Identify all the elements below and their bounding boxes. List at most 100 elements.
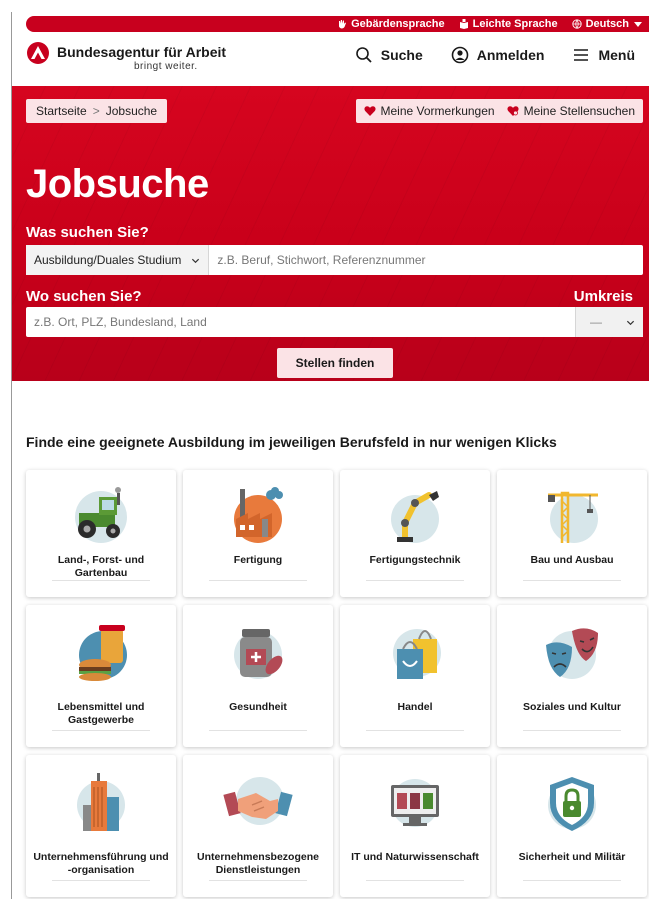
site-header: Bundesagentur für Arbeit bringt weiter. … bbox=[12, 36, 649, 82]
logo-title[interactable]: Bundesagentur für Arbeit bbox=[57, 44, 226, 60]
shield-lock-icon bbox=[548, 777, 596, 831]
login-button[interactable]: Anmelden bbox=[437, 46, 559, 64]
language-selector[interactable]: Deutsch bbox=[571, 18, 643, 30]
radius-select[interactable]: — bbox=[575, 307, 643, 337]
section-heading: Finde eine geeignete Ausbildung im jewei… bbox=[26, 434, 557, 450]
field-card-label: Gesundheit bbox=[229, 701, 287, 713]
breadcrumb-current: Jobsuche bbox=[105, 104, 158, 118]
field-card-trade[interactable]: Handel bbox=[340, 605, 490, 747]
heart-search-icon bbox=[507, 106, 519, 116]
field-card-construction[interactable]: Bau und Ausbau bbox=[497, 470, 647, 597]
easy-language-link[interactable]: Leichte Sprache bbox=[459, 18, 558, 30]
card-divider bbox=[52, 880, 150, 881]
caret-down-icon bbox=[634, 22, 642, 27]
field-card-production-technology[interactable]: Fertigungstechnik bbox=[340, 470, 490, 597]
logo-subtitle: bringt weiter. bbox=[134, 61, 198, 72]
card-divider bbox=[523, 580, 621, 581]
search-hero: Startseite > Jobsuche Meine Vormerkungen… bbox=[12, 86, 649, 381]
job-searches-link[interactable]: Meine Stellensuchen bbox=[507, 104, 635, 118]
monitor-icon bbox=[391, 779, 439, 827]
ba-logo-icon[interactable] bbox=[27, 42, 49, 64]
field-card-health[interactable]: Gesundheit bbox=[183, 605, 333, 747]
card-divider bbox=[52, 730, 150, 731]
field-card-label: Soziales und Kultur bbox=[522, 701, 621, 713]
offer-type-value: Ausbildung/Duales Studium bbox=[34, 253, 182, 267]
field-card-label: Handel bbox=[397, 701, 433, 713]
hand-icon bbox=[339, 20, 347, 29]
field-card-it-science[interactable]: IT und Naturwissenschaft bbox=[340, 755, 490, 897]
skyscraper-icon bbox=[77, 773, 125, 831]
card-divider bbox=[523, 730, 621, 731]
card-divider bbox=[366, 580, 464, 581]
card-divider bbox=[52, 580, 150, 581]
bookmarks-link[interactable]: Meine Vormerkungen bbox=[363, 104, 495, 118]
search-nav-label: Suche bbox=[380, 47, 423, 63]
card-divider bbox=[209, 880, 307, 881]
field-card-label: IT und Naturwissenschaft bbox=[351, 851, 479, 863]
factory-icon bbox=[234, 487, 283, 543]
field-card-management[interactable]: Unternehmensführung und -organisation bbox=[26, 755, 176, 897]
food-icon bbox=[79, 625, 127, 681]
field-card-label: Fertigung bbox=[233, 554, 283, 566]
crane-icon bbox=[548, 491, 598, 543]
theater-masks-icon bbox=[546, 628, 598, 679]
breadcrumb-home[interactable]: Startseite bbox=[36, 104, 87, 118]
where-label: Wo suchen Sie? bbox=[26, 288, 142, 305]
user-icon bbox=[451, 46, 469, 64]
heart-icon bbox=[363, 106, 376, 116]
field-card-security-military[interactable]: Sicherheit und Militär bbox=[497, 755, 647, 897]
occupation-field-grid: Land-, Forst- und Gartenbau Fertigung Fe… bbox=[26, 470, 647, 897]
user-shortcuts: Meine Vormerkungen Meine Stellensuchen bbox=[355, 99, 643, 123]
chevron-down-icon bbox=[192, 258, 200, 263]
handshake-icon bbox=[223, 777, 293, 825]
field-card-label: Land-, Forst- und Gartenbau bbox=[57, 554, 145, 579]
radius-label: Umkreis bbox=[573, 288, 633, 305]
offer-type-select[interactable]: Ausbildung/Duales Studium bbox=[26, 245, 210, 275]
browser-viewport: Gebärdensprache Leichte Sprache Deutsch … bbox=[11, 12, 649, 899]
field-card-social-culture[interactable]: Soziales und Kultur bbox=[497, 605, 647, 747]
book-hand-icon bbox=[459, 19, 468, 29]
field-card-label: Unternehmensbezogene Dienstleistungen bbox=[197, 851, 319, 876]
radius-value: — bbox=[590, 315, 602, 329]
what-label: Was suchen Sie? bbox=[26, 224, 149, 241]
find-jobs-button[interactable]: Stellen finden bbox=[277, 348, 393, 378]
menu-label: Menü bbox=[598, 47, 635, 63]
field-card-food-hospitality[interactable]: Lebensmittel und Gastgewerbe bbox=[26, 605, 176, 747]
field-card-label: Fertigungstechnik bbox=[369, 554, 461, 566]
hamburger-icon bbox=[574, 49, 589, 61]
tractor-icon bbox=[75, 487, 127, 543]
utility-bar: Gebärdensprache Leichte Sprache Deutsch bbox=[26, 16, 649, 32]
shopping-bag-icon bbox=[393, 629, 441, 679]
where-search-input[interactable] bbox=[26, 307, 575, 337]
easy-language-label: Leichte Sprache bbox=[472, 18, 558, 30]
sign-language-link[interactable]: Gebärdensprache bbox=[337, 18, 445, 30]
breadcrumb-separator: > bbox=[92, 104, 100, 118]
what-search-input[interactable] bbox=[209, 245, 643, 275]
card-divider bbox=[366, 730, 464, 731]
bookmarks-label: Meine Vormerkungen bbox=[380, 104, 495, 118]
robot-arm-icon bbox=[391, 491, 439, 543]
card-divider bbox=[366, 880, 464, 881]
language-label: Deutsch bbox=[585, 18, 629, 30]
medicine-icon bbox=[234, 629, 283, 679]
card-divider bbox=[209, 580, 307, 581]
what-search-row: Ausbildung/Duales Studium bbox=[26, 245, 643, 275]
field-card-manufacturing[interactable]: Fertigung bbox=[183, 470, 333, 597]
field-card-label: Unternehmensführung und -organisation bbox=[33, 851, 169, 876]
chevron-down-icon bbox=[626, 320, 635, 325]
where-search-row: — bbox=[26, 307, 643, 337]
field-card-agriculture[interactable]: Land-, Forst- und Gartenbau bbox=[26, 470, 176, 597]
sign-language-label: Gebärdensprache bbox=[351, 18, 445, 30]
card-divider bbox=[523, 880, 621, 881]
card-divider bbox=[209, 730, 307, 731]
page-title: Jobsuche bbox=[26, 162, 209, 206]
field-card-label: Lebensmittel und Gastgewerbe bbox=[57, 701, 145, 726]
job-searches-label: Meine Stellensuchen bbox=[523, 104, 635, 118]
breadcrumb: Startseite > Jobsuche bbox=[26, 99, 168, 123]
search-nav-button[interactable]: Suche bbox=[341, 46, 437, 64]
field-card-label: Sicherheit und Militär bbox=[518, 851, 626, 863]
field-card-business-services[interactable]: Unternehmensbezogene Dienstleistungen bbox=[183, 755, 333, 897]
main-nav: Suche Anmelden Menü bbox=[341, 46, 649, 64]
menu-button[interactable]: Menü bbox=[558, 46, 649, 64]
login-label: Anmelden bbox=[476, 47, 545, 63]
